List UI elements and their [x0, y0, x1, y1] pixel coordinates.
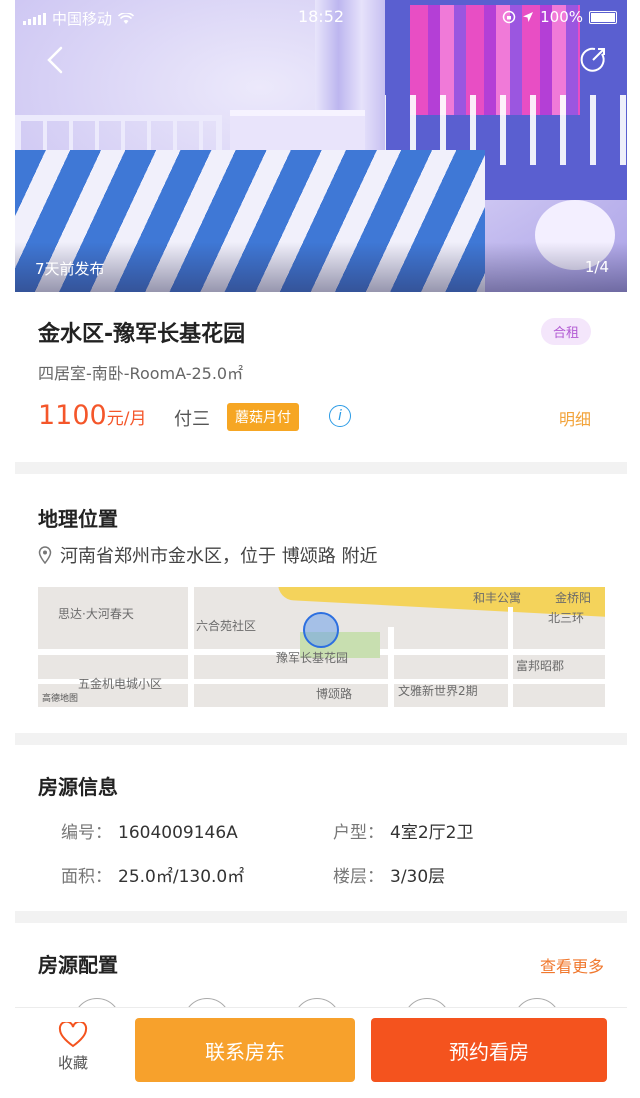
- location-arrow-icon: [523, 12, 534, 22]
- photo-counter: 1/4: [584, 258, 609, 276]
- facilities-heading: 房源配置: [38, 953, 118, 977]
- map-label: 六合苑社区: [196, 619, 257, 633]
- map-label: 文雅新世界2期: [398, 684, 478, 698]
- map-label: 五金机电城小区: [78, 677, 163, 691]
- share-icon: [580, 47, 605, 72]
- house-layout: 户型： 4室2厅2卫: [333, 818, 473, 843]
- info-icon[interactable]: i: [329, 405, 351, 427]
- battery-icon: [589, 10, 617, 24]
- house-area: 面积： 25.0㎡/130.0㎡: [61, 862, 244, 887]
- house-id-label: 编号：: [61, 823, 112, 843]
- view-more-link[interactable]: 查看更多: [540, 953, 604, 977]
- house-info-heading: 房源信息: [38, 775, 118, 799]
- map-label: 思达·大河春天: [58, 607, 134, 621]
- pay-term: 付三: [174, 409, 210, 430]
- favorite-label: 收藏: [57, 1054, 88, 1072]
- rental-type-badge: 合租: [540, 318, 591, 345]
- posted-time: 7天前发布: [35, 260, 105, 278]
- share-button[interactable]: [573, 40, 613, 80]
- price-amount: 1100: [38, 400, 107, 431]
- section-divider: [15, 733, 627, 745]
- battery-percent: 100%: [540, 8, 583, 26]
- house-area-label: 面积：: [61, 867, 112, 887]
- chevron-left-icon: [47, 46, 63, 74]
- lock-rotation-icon: [502, 10, 516, 24]
- heart-icon: [58, 1022, 88, 1048]
- app-frame: 中国移动 18:52 100% 7天前发布 1/4 金水区-豫军长基花园 合租 …: [15, 0, 627, 1098]
- map-label: 金桥阳: [555, 591, 592, 605]
- house-layout-value: 4室2厅2卫: [390, 823, 474, 843]
- back-button[interactable]: [37, 40, 77, 80]
- map-logo: 高德地图: [42, 694, 79, 704]
- map-label: 豫军长基花园: [276, 651, 349, 665]
- section-divider: [15, 911, 627, 923]
- bottom-action-bar: 收藏 联系房东 预约看房: [15, 1007, 627, 1098]
- house-id: 编号： 1604009146A: [61, 818, 238, 843]
- house-layout-label: 户型：: [333, 823, 384, 843]
- address-line: 河南省郑州市金水区，位于 博颂路 附近: [38, 542, 377, 568]
- map-label: 北三环: [548, 611, 585, 625]
- house-floor: 楼层： 3/30层: [333, 862, 445, 887]
- price: 1100元/月: [38, 400, 146, 431]
- house-floor-value: 3/30层: [390, 867, 446, 887]
- house-area-value: 25.0㎡/130.0㎡: [118, 867, 245, 887]
- map-pin-icon: [38, 546, 52, 564]
- house-id-value: 1604009146A: [118, 823, 238, 843]
- map-label: 和丰公寓: [473, 591, 522, 605]
- price-unit: 元/月: [106, 409, 147, 429]
- location-heading: 地理位置: [38, 507, 118, 531]
- status-bar: 中国移动 18:52 100%: [15, 0, 627, 34]
- book-viewing-button[interactable]: 预约看房: [371, 1018, 607, 1082]
- section-divider: [15, 462, 627, 474]
- map-label: 富邦昭郡: [516, 659, 565, 673]
- listing-title: 金水区-豫军长基花园: [38, 322, 246, 347]
- location-map[interactable]: 思达·大河春天 六合苑社区 豫军长基花园 五金机电城小区 博颂路 文雅新世界2期…: [38, 587, 605, 707]
- price-detail-link[interactable]: 明细: [559, 406, 591, 430]
- favorite-button[interactable]: 收藏: [43, 1022, 103, 1073]
- room-photo[interactable]: 中国移动 18:52 100% 7天前发布 1/4: [15, 0, 627, 292]
- address-text: 河南省郑州市金水区，位于 博颂路 附近: [60, 546, 378, 567]
- monthly-pay-badge[interactable]: 蘑菇月付: [227, 403, 299, 431]
- map-label: 博颂路: [316, 687, 353, 701]
- house-floor-label: 楼层：: [333, 867, 384, 887]
- contact-landlord-button[interactable]: 联系房东: [135, 1018, 355, 1082]
- listing-subtitle: 四居室-南卧-RoomA-25.0㎡: [38, 364, 244, 383]
- location-marker: [303, 612, 339, 648]
